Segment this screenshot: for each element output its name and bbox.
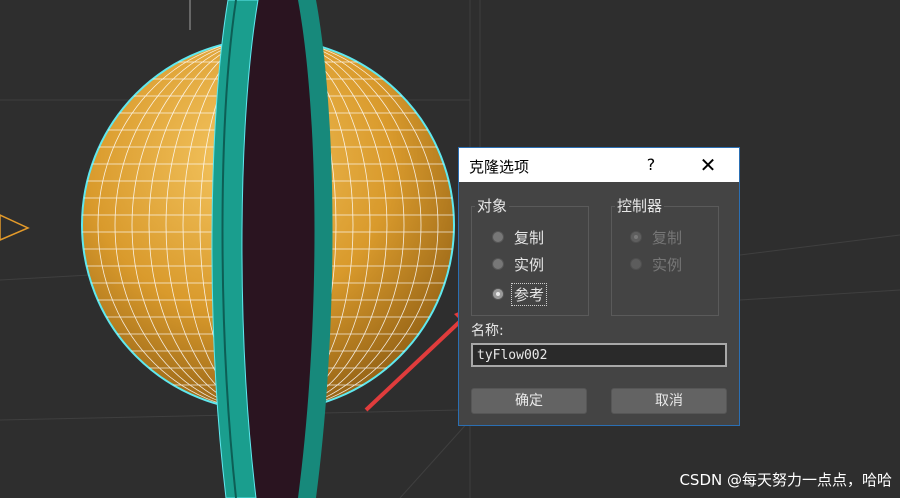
object-reference-label: 参考 [510,283,548,306]
close-icon[interactable]: ✕ [693,151,723,179]
radio-indicator[interactable] [492,231,504,243]
radio-indicator[interactable] [630,231,642,243]
name-label: 名称: [471,323,504,339]
object-group-label: 对象 [475,195,510,216]
object-instance-label: 实例 [514,256,545,274]
name-input[interactable] [471,343,727,367]
controller-instance-label: 实例 [652,256,683,274]
ring-object[interactable] [211,0,333,498]
dialog-titlebar[interactable]: 克隆选项 ? ✕ [459,148,739,182]
radio-indicator[interactable] [492,258,504,270]
ok-button[interactable]: 确定 [471,388,587,414]
cancel-button[interactable]: 取消 [611,388,727,414]
object-copy-label: 复制 [514,229,545,247]
radio-indicator[interactable] [630,258,642,270]
dialog-title: 克隆选项 [469,158,530,176]
3d-viewport[interactable] [0,0,900,498]
help-button[interactable]: ? [639,153,663,177]
controller-copy-label: 复制 [652,229,683,247]
controller-group-label: 控制器 [615,195,665,216]
radio-indicator[interactable] [492,288,504,300]
clone-options-dialog: 克隆选项 ? ✕ 对象 复制 实例 参考 控制器 复制 实例 名称: 确定 取消 [458,147,740,426]
watermark: CSDN @每天努力一点点，哈哈 [679,471,892,489]
